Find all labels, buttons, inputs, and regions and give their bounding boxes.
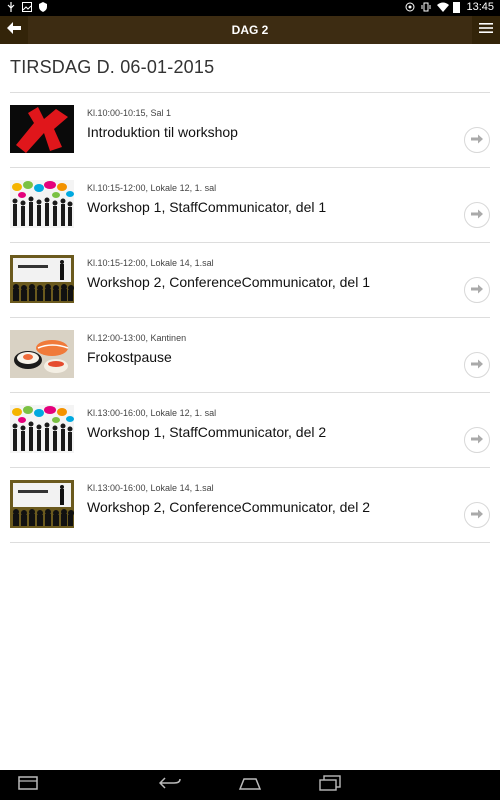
session-time: Kl.10:15-12:00, Lokale 14, 1.sal: [87, 258, 214, 268]
app-header: DAG 2: [0, 16, 500, 44]
image-icon: [22, 2, 32, 12]
navigation-bar: [0, 770, 500, 800]
list-item[interactable]: Kl.10:15-12:00, Lokale 14, 1.sal Worksho…: [10, 243, 490, 318]
arrow-right-icon: [471, 131, 483, 149]
clock: 13:45: [466, 1, 494, 13]
list-item[interactable]: Kl.13:00-16:00, Lokale 14, 1.sal Worksho…: [10, 468, 490, 543]
recents-window-icon: [18, 775, 38, 795]
open-session-button[interactable]: [464, 202, 490, 228]
session-title: Workshop 2, ConferenceCommunicator, del …: [87, 274, 370, 290]
session-title: Frokostpause: [87, 349, 172, 365]
home-button[interactable]: [230, 775, 270, 795]
list-item[interactable]: Kl.10:15-12:00, Lokale 12, 1. sal Worksh…: [10, 168, 490, 243]
home-icon: [238, 776, 262, 795]
headset-icon: [405, 2, 415, 12]
vibrate-icon: [421, 2, 431, 12]
list-item[interactable]: Kl.13:00-16:00, Lokale 12, 1. sal Worksh…: [10, 393, 490, 468]
open-session-button[interactable]: [464, 352, 490, 378]
session-title: Workshop 2, ConferenceCommunicator, del …: [87, 499, 370, 515]
arrow-right-icon: [471, 281, 483, 299]
session-thumbnail: [10, 255, 74, 303]
session-thumbnail: [10, 180, 74, 228]
menu-button[interactable]: [472, 16, 500, 44]
header-title: DAG 2: [231, 23, 269, 37]
status-bar: 13:45: [0, 0, 500, 16]
session-time: Kl.10:15-12:00, Lokale 12, 1. sal: [87, 183, 217, 193]
session-time: Kl.13:00-16:00, Lokale 12, 1. sal: [87, 408, 217, 418]
session-title: Introduktion til workshop: [87, 124, 238, 140]
hamburger-icon: [479, 21, 493, 39]
recents-window-button[interactable]: [8, 775, 48, 795]
arrow-right-icon: [471, 506, 483, 524]
recent-apps-button[interactable]: [310, 774, 350, 796]
session-thumbnail: [10, 480, 74, 528]
session-title: Workshop 1, StaffCommunicator, del 1: [87, 199, 327, 215]
back-icon: [158, 776, 181, 795]
session-thumbnail: [10, 405, 74, 453]
open-session-button[interactable]: [464, 277, 490, 303]
arrow-right-icon: [471, 206, 483, 224]
session-list: Kl.10:00-10:15, Sal 1 Introduktion til w…: [10, 92, 490, 543]
recent-apps-icon: [319, 774, 341, 796]
battery-icon: [453, 1, 461, 13]
session-title: Workshop 1, StaffCommunicator, del 2: [87, 424, 327, 440]
open-session-button[interactable]: [464, 427, 490, 453]
session-time: Kl.13:00-16:00, Lokale 14, 1.sal: [87, 483, 214, 493]
list-item[interactable]: Kl.10:00-10:15, Sal 1 Introduktion til w…: [10, 93, 490, 168]
shield-icon: [38, 2, 48, 12]
session-thumbnail: [10, 330, 74, 378]
page-title: TIRSDAG D. 06-01-2015: [10, 57, 215, 77]
session-thumbnail: [10, 105, 74, 153]
arrow-right-icon: [471, 356, 483, 374]
session-time: Kl.10:00-10:15, Sal 1: [87, 108, 172, 118]
list-item[interactable]: Kl.12:00-13:00, Kantinen Frokostpause: [10, 318, 490, 393]
session-time: Kl.12:00-13:00, Kantinen: [87, 333, 187, 343]
open-session-button[interactable]: [464, 502, 490, 528]
open-session-button[interactable]: [464, 127, 490, 153]
wifi-icon: [437, 2, 450, 12]
back-nav-button[interactable]: [150, 775, 190, 795]
usb-icon: [6, 2, 16, 12]
arrow-right-icon: [471, 431, 483, 449]
